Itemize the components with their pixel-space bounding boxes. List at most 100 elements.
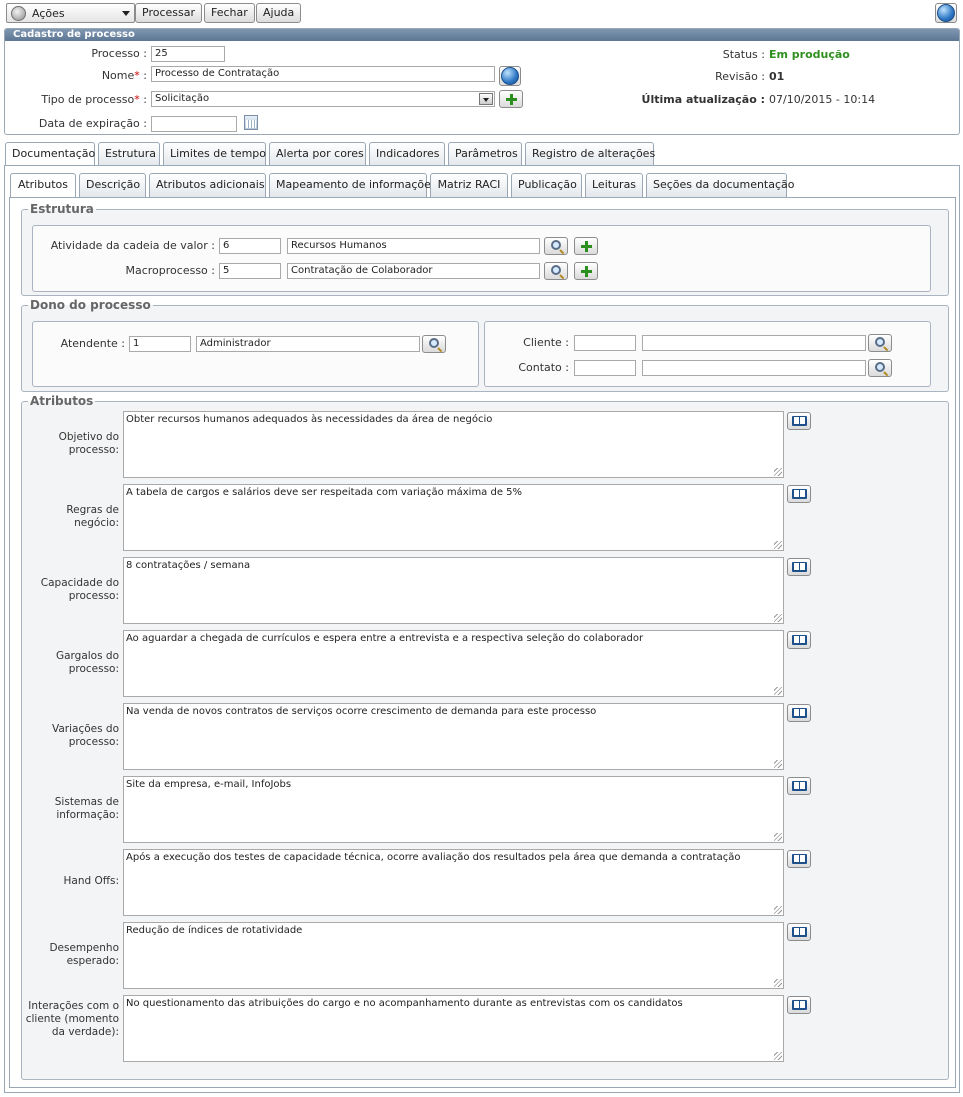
tab-descricao[interactable]: Descrição xyxy=(79,173,146,197)
chevron-down-icon[interactable] xyxy=(479,93,493,105)
tab-mapeamento-de-informacoes[interactable]: Mapeamento de informações xyxy=(269,173,437,197)
macroprocesso-code-input[interactable]: 5 xyxy=(219,263,281,279)
attr-book-button-sistemas[interactable] xyxy=(787,777,811,795)
attr-textarea-interacoes[interactable]: No questionamento das atribuições do car… xyxy=(123,995,784,1062)
attr-textarea-sistemas[interactable]: Site da empresa, e-mail, InfoJobs xyxy=(123,776,784,843)
nome-globe-button[interactable] xyxy=(499,66,521,86)
resize-grip-icon[interactable] xyxy=(774,468,782,476)
globe-button[interactable] xyxy=(935,3,957,23)
resize-grip-icon[interactable] xyxy=(774,833,782,841)
attr-textarea-variacoes[interactable]: Na venda de novos contratos de serviços … xyxy=(123,703,784,770)
nome-input[interactable]: Processo de Contratação xyxy=(151,66,495,82)
status-label: Status : xyxy=(722,48,765,61)
tab-limites-de-tempo[interactable]: Limites de tempo xyxy=(163,142,266,166)
calendar-icon[interactable] xyxy=(244,115,258,130)
contato-name-input[interactable] xyxy=(642,360,866,376)
tab-alerta-por-cores[interactable]: Alerta por cores xyxy=(269,142,366,166)
tab-atributos[interactable]: Atributos xyxy=(10,173,76,198)
expiracao-input[interactable] xyxy=(151,116,237,132)
resize-grip-icon[interactable] xyxy=(774,979,782,987)
cliente-code-input[interactable] xyxy=(574,335,636,351)
attr-value: Redução de índices de rotatividade xyxy=(126,925,303,936)
tab-indicadores[interactable]: Indicadores xyxy=(369,142,445,166)
tipo-label: Tipo de processo* : xyxy=(41,93,147,106)
resize-grip-icon[interactable] xyxy=(774,687,782,695)
tipo-select[interactable]: Solicitação xyxy=(151,91,495,107)
close-button[interactable]: Fechar xyxy=(204,3,255,23)
atividade-search-button[interactable] xyxy=(544,237,568,255)
book-icon xyxy=(792,562,807,572)
cliente-search-button[interactable] xyxy=(868,334,892,352)
tab-secoes-da-documentacao[interactable]: Seções da documentação xyxy=(646,173,795,197)
cliente-box: Cliente : Contato : xyxy=(484,321,931,387)
resize-grip-icon[interactable] xyxy=(774,614,782,622)
attr-textarea-gargalos[interactable]: Ao aguardar a chegada de currículos e es… xyxy=(123,630,784,697)
revisao-label: Revisão : xyxy=(715,70,765,83)
attr-textarea-objetivo[interactable]: Obter recursos humanos adequados às nece… xyxy=(123,411,784,478)
status-value: Em produção xyxy=(769,48,850,61)
estrutura-legend: Estrutura xyxy=(30,202,94,216)
attr-book-button-variacoes[interactable] xyxy=(787,704,811,722)
actions-dropdown[interactable]: Ações xyxy=(6,3,135,23)
book-icon xyxy=(792,854,807,864)
tab-registro-de-alteracoes[interactable]: Registro de alterações xyxy=(525,142,655,166)
atividade-code-input[interactable]: 6 xyxy=(219,238,281,254)
estrutura-group: Estrutura Atividade da cadeia de valor :… xyxy=(21,203,949,296)
resize-grip-icon[interactable] xyxy=(774,760,782,768)
attr-book-button-regras[interactable] xyxy=(787,485,811,503)
atendente-name-input[interactable]: Administrador xyxy=(196,336,420,352)
attr-book-button-gargalos[interactable] xyxy=(787,631,811,649)
attr-value: Após a execução dos testes de capacidade… xyxy=(126,852,741,863)
nome-label: Nome* : xyxy=(101,69,147,82)
atividade-add-button[interactable] xyxy=(574,237,598,255)
tab-parametros[interactable]: Parâmetros xyxy=(448,142,522,166)
macroprocesso-name-input[interactable]: Contratação de Colaborador xyxy=(287,263,540,279)
attr-book-button-interacoes[interactable] xyxy=(787,996,811,1014)
processo-input[interactable]: 25 xyxy=(151,46,225,62)
atendente-search-button[interactable] xyxy=(422,335,446,353)
resize-grip-icon[interactable] xyxy=(774,906,782,914)
contato-search-button[interactable] xyxy=(868,359,892,377)
attr-book-button-hand-offs[interactable] xyxy=(787,850,811,868)
tab-leituras[interactable]: Leituras xyxy=(585,173,643,197)
plus-icon xyxy=(581,266,592,277)
cliente-name-input[interactable] xyxy=(642,335,866,351)
process-button[interactable]: Processar xyxy=(135,3,202,23)
help-button[interactable]: Ajuda xyxy=(256,3,302,23)
attr-textarea-capacidade[interactable]: 8 contratações / semana xyxy=(123,557,784,624)
atividade-name-input[interactable]: Recursos Humanos xyxy=(287,238,540,254)
attr-book-button-desempenho[interactable] xyxy=(787,923,811,941)
resize-grip-icon[interactable] xyxy=(774,541,782,549)
cliente-label: Cliente : xyxy=(523,336,569,349)
tab-estrutura[interactable]: Estrutura xyxy=(98,142,160,166)
actions-label: Ações xyxy=(32,7,65,20)
attr-textarea-hand-offs[interactable]: Após a execução dos testes de capacidade… xyxy=(123,849,784,916)
tab-matriz-raci[interactable]: Matriz RACI xyxy=(430,173,508,197)
book-icon xyxy=(792,416,807,426)
tab-atributos-adicionais[interactable]: Atributos adicionais xyxy=(149,173,266,197)
resize-grip-icon[interactable] xyxy=(774,1052,782,1060)
attr-textarea-desempenho[interactable]: Redução de índices de rotatividade xyxy=(123,922,784,989)
globe-icon xyxy=(937,4,955,22)
atendente-code-input[interactable]: 1 xyxy=(129,336,191,352)
attr-label-desempenho: Desempenho esperado: xyxy=(49,942,119,967)
attr-book-button-capacidade[interactable] xyxy=(787,558,811,576)
expiracao-label: Data de expiração : xyxy=(38,117,147,130)
atendente-box: Atendente : 1 Administrador xyxy=(32,321,479,387)
required-mark: * xyxy=(134,69,140,82)
cadastro-panel: Cadastro de processo Processo : 25 Nome*… xyxy=(4,28,960,135)
dono-group: Dono do processo Atendente : 1 Administr… xyxy=(21,299,949,392)
panel-title: Cadastro de processo xyxy=(5,29,959,41)
macroprocesso-search-button[interactable] xyxy=(544,262,568,280)
estrutura-box: Atividade da cadeia de valor : 6 Recurso… xyxy=(32,225,931,292)
contato-code-input[interactable] xyxy=(574,360,636,376)
attr-label-gargalos: Gargalos do processo: xyxy=(55,650,119,675)
search-icon xyxy=(429,338,439,348)
attr-book-button-objetivo[interactable] xyxy=(787,412,811,430)
tab-publicacao[interactable]: Publicação xyxy=(511,173,582,197)
book-icon xyxy=(792,635,807,645)
add-tipo-button[interactable] xyxy=(499,90,523,108)
macroprocesso-add-button[interactable] xyxy=(574,262,598,280)
attr-textarea-regras[interactable]: A tabela de cargos e salários deve ser r… xyxy=(123,484,784,551)
tab-documentacao[interactable]: Documentação xyxy=(5,142,95,167)
